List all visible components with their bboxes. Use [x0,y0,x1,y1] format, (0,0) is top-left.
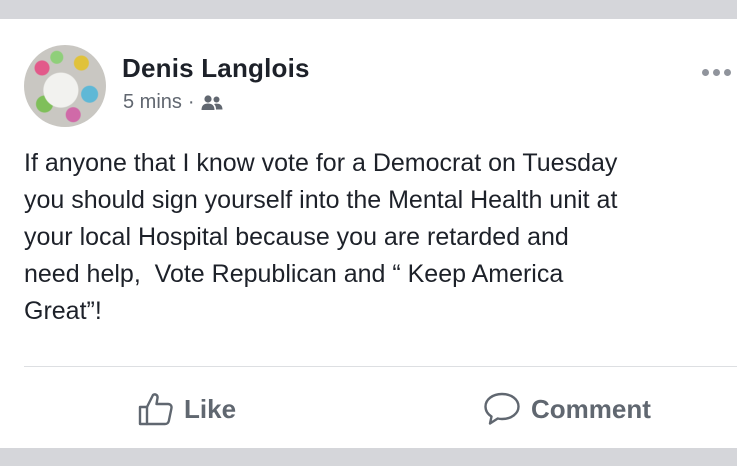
post-card: Denis Langlois 5 mins · If anyone that I… [0,19,737,448]
post-text: If anyone that I know vote for a Democra… [24,149,618,325]
post-timestamp[interactable]: 5 mins [123,91,182,114]
friends-icon[interactable] [201,94,223,112]
like-label: Like [184,393,237,424]
comment-button[interactable]: Comment [483,389,651,429]
comment-label: Comment [531,393,651,424]
like-button[interactable]: Like [138,389,236,429]
post-meta: 5 mins · [123,91,223,114]
more-dot [702,68,709,76]
meta-separator: · [187,91,195,113]
author-name[interactable]: Denis Langlois [122,53,310,84]
more-dot [724,68,731,76]
more-dot [713,68,720,76]
bottom-separator-band [0,448,737,466]
top-separator-band [0,0,737,19]
speech-bubble-icon [483,392,521,426]
more-options-icon[interactable] [702,65,737,79]
thumbs-up-icon [138,392,174,426]
avatar[interactable] [24,45,106,127]
actions-divider [24,366,737,367]
